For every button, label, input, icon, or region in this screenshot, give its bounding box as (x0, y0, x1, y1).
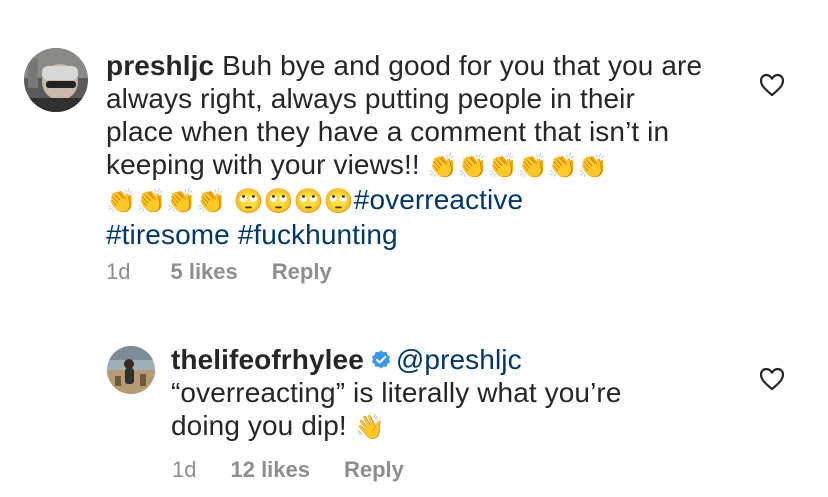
comment-meta: 1d 12 likes Reply (172, 457, 404, 483)
clap-emoji: 👏 (135, 187, 166, 215)
eyeroll-emoji: 🙄 (323, 187, 354, 215)
clap-emoji: 👏 (577, 152, 608, 180)
comment-text-line: always right, always putting people in t… (106, 83, 635, 114)
comment-text-line: doing you dip! (171, 410, 347, 441)
clap-emoji: 👏 (427, 152, 458, 180)
clap-emoji: 👏 (457, 152, 488, 180)
verified-badge-icon (371, 350, 391, 369)
reply-text: thelifeofrhylee @preshljc “overreacting” … (171, 343, 731, 444)
avatar[interactable] (24, 48, 88, 112)
reply-button[interactable]: Reply (272, 259, 332, 285)
heart-outline-icon[interactable] (759, 73, 785, 97)
comment-username[interactable]: thelifeofrhylee (171, 344, 364, 375)
clap-emoji: 👏 (517, 152, 548, 180)
avatar[interactable] (107, 346, 155, 394)
reply-button[interactable]: Reply (344, 457, 404, 483)
clap-emoji: 👏 (106, 187, 136, 215)
heart-outline-icon[interactable] (759, 367, 785, 391)
clap-emoji: 👏 (487, 152, 518, 180)
comment-time[interactable]: 1d (106, 259, 130, 285)
eyeroll-emoji: 🙄 (293, 187, 324, 215)
comment-text-line: “overreacting” is literally what you’re (171, 377, 622, 408)
hashtag-link[interactable]: #overreactive (354, 184, 523, 215)
likes-count[interactable]: 12 likes (230, 457, 310, 483)
eyeroll-emoji: 🙄 (233, 187, 264, 215)
eyeroll-emoji: 🙄 (263, 187, 294, 215)
comment-username[interactable]: preshljc (106, 50, 214, 81)
hashtag-link[interactable]: #fuckhunting (238, 219, 398, 250)
comment-time[interactable]: 1d (172, 457, 196, 483)
comment-text: preshljc Buh bye and good for you that y… (106, 49, 746, 251)
clap-emoji: 👏 (165, 187, 196, 215)
mention-link[interactable]: @preshljc (396, 344, 522, 375)
clap-emoji: 👏 (195, 187, 226, 215)
clap-emoji: 👏 (547, 152, 578, 180)
comment-text-line: place when they have a comment that isn’… (106, 116, 670, 147)
comment-text-line: keeping with your views!! (106, 149, 420, 180)
likes-count[interactable]: 5 likes (170, 259, 237, 285)
hashtag-link[interactable]: #tiresome (106, 219, 230, 250)
wave-emoji: 👋 (354, 413, 385, 441)
comment-text-line: Buh bye and good for you that you are (222, 50, 703, 81)
comment-meta: 1d 5 likes Reply (106, 259, 332, 285)
